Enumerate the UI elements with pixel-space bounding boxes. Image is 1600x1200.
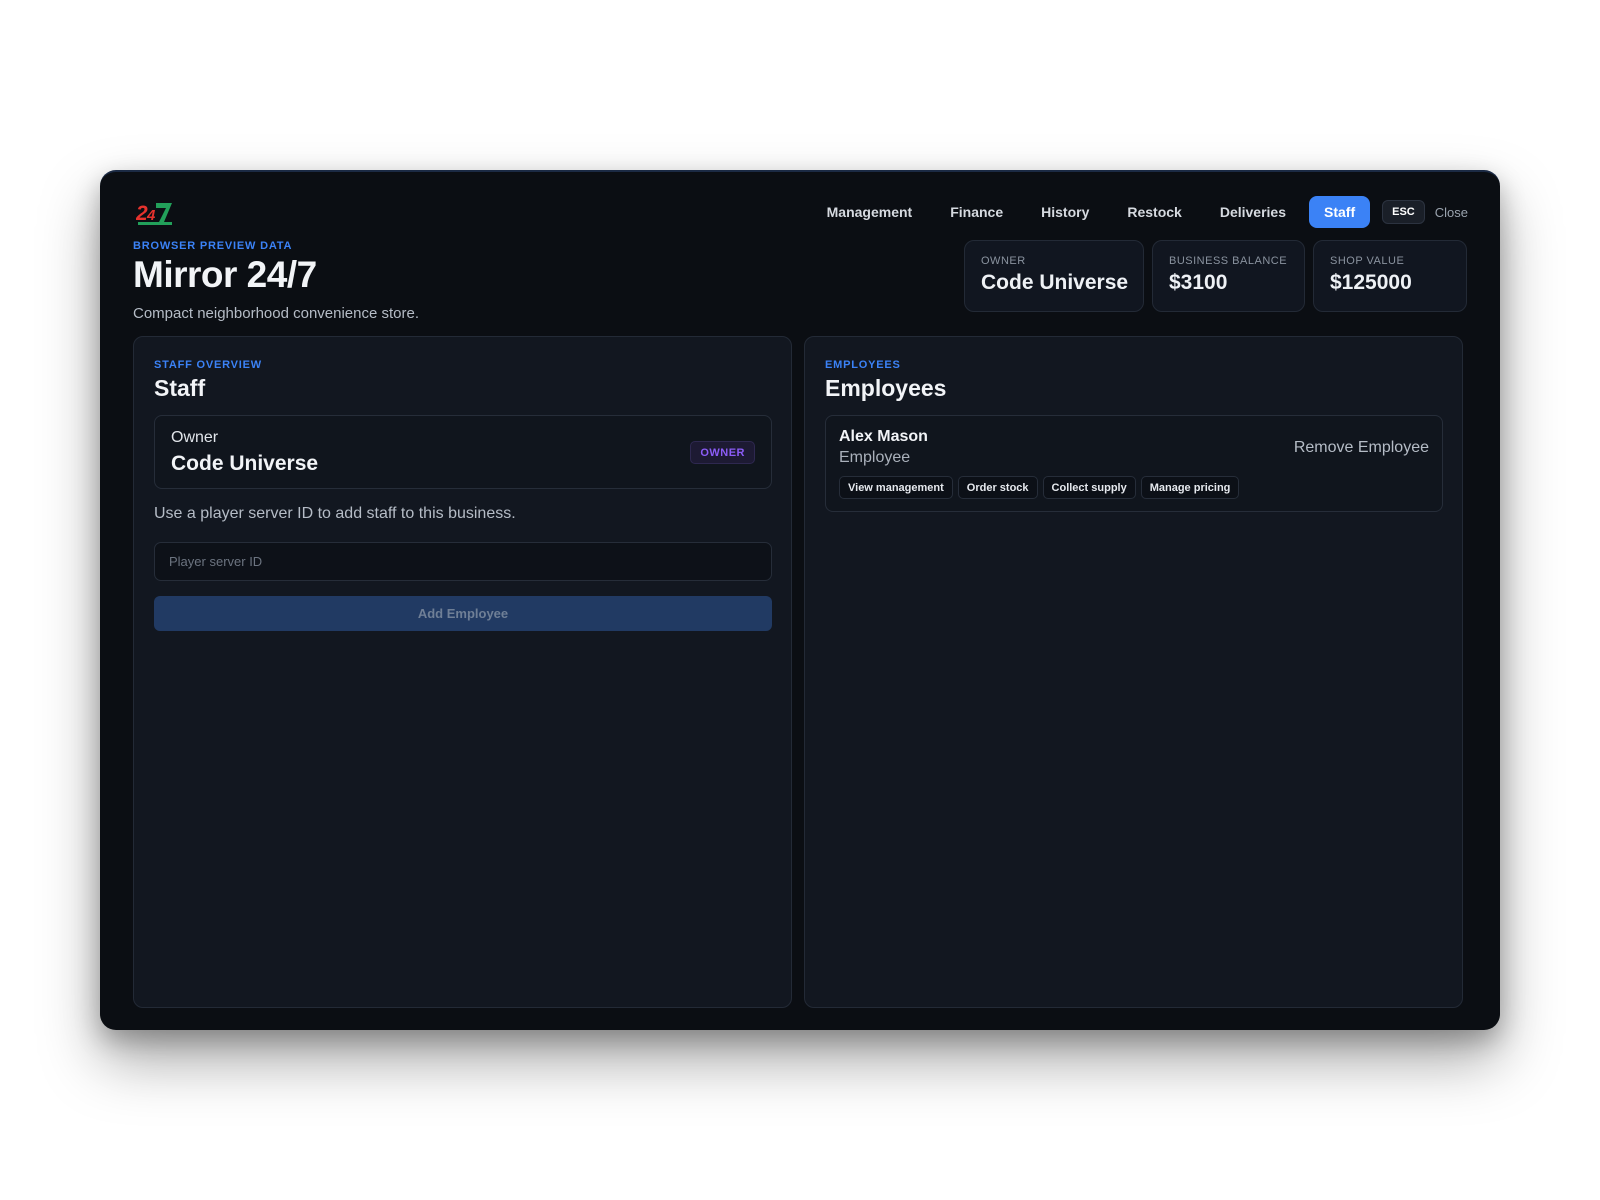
owner-badge: OWNER bbox=[690, 441, 755, 464]
owner-card: Owner Code Universe OWNER bbox=[154, 415, 772, 489]
permission-list: View management Order stock Collect supp… bbox=[839, 476, 1240, 499]
permission-order-stock[interactable]: Order stock bbox=[957, 476, 1038, 499]
tab-restock[interactable]: Restock bbox=[1112, 196, 1196, 228]
page-title: Mirror 24/7 bbox=[133, 254, 317, 295]
employees-panel-eyebrow: EMPLOYEES bbox=[825, 359, 901, 371]
stat-balance-label: BUSINESS BALANCE bbox=[1169, 255, 1288, 267]
employees-panel-title: Employees bbox=[825, 375, 947, 401]
tab-management[interactable]: Management bbox=[812, 196, 928, 228]
close-button[interactable]: Close bbox=[1435, 205, 1468, 220]
stat-cards: OWNER Code Universe BUSINESS BALANCE $31… bbox=[964, 240, 1467, 312]
staff-panel: STAFF OVERVIEW Staff Owner Code Universe… bbox=[133, 336, 792, 1008]
staff-panel-eyebrow: STAFF OVERVIEW bbox=[154, 359, 262, 371]
employee-name: Alex Mason bbox=[839, 428, 928, 445]
owner-name: Code Universe bbox=[171, 452, 319, 475]
owner-role: Owner bbox=[171, 429, 219, 446]
employee-role: Employee bbox=[839, 449, 911, 466]
tab-finance[interactable]: Finance bbox=[935, 196, 1018, 228]
stat-shop-value: SHOP VALUE $125000 bbox=[1313, 240, 1467, 312]
24-7-logo-icon: 2 4 bbox=[135, 200, 176, 226]
page-subtitle: Compact neighborhood convenience store. bbox=[133, 305, 420, 322]
stat-balance: BUSINESS BALANCE $3100 bbox=[1152, 240, 1305, 312]
employees-panel: EMPLOYEES Employees Alex Mason Employee … bbox=[804, 336, 1463, 1008]
svg-text:4: 4 bbox=[146, 207, 156, 224]
staff-panel-title: Staff bbox=[154, 375, 206, 401]
business-window: 2 4 Management Finance History Restock D… bbox=[100, 170, 1500, 1030]
add-staff-helper-text: Use a player server ID to add staff to t… bbox=[154, 505, 516, 522]
stat-owner: OWNER Code Universe bbox=[964, 240, 1144, 312]
header-eyebrow: BROWSER PREVIEW DATA bbox=[133, 240, 293, 252]
add-employee-button[interactable]: Add Employee bbox=[154, 596, 772, 631]
top-nav: Management Finance History Restock Deliv… bbox=[812, 196, 1468, 228]
tab-deliveries[interactable]: Deliveries bbox=[1205, 196, 1301, 228]
permission-manage-pricing[interactable]: Manage pricing bbox=[1140, 476, 1240, 499]
stat-owner-label: OWNER bbox=[981, 255, 1026, 267]
tab-history[interactable]: History bbox=[1026, 196, 1104, 228]
stat-shop-value-value: $125000 bbox=[1330, 271, 1412, 294]
remove-employee-button[interactable]: Remove Employee bbox=[1294, 439, 1429, 457]
permission-view-management[interactable]: View management bbox=[839, 476, 953, 499]
stat-balance-value: $3100 bbox=[1169, 271, 1228, 294]
stat-shop-value-label: SHOP VALUE bbox=[1330, 255, 1405, 267]
permission-collect-supply[interactable]: Collect supply bbox=[1042, 476, 1136, 499]
tab-staff[interactable]: Staff bbox=[1309, 196, 1371, 228]
esc-key-hint: ESC bbox=[1382, 200, 1425, 224]
player-server-id-input[interactable] bbox=[154, 542, 772, 581]
employee-card: Alex Mason Employee Remove Employee View… bbox=[825, 415, 1443, 512]
stat-owner-value: Code Universe bbox=[981, 271, 1129, 294]
